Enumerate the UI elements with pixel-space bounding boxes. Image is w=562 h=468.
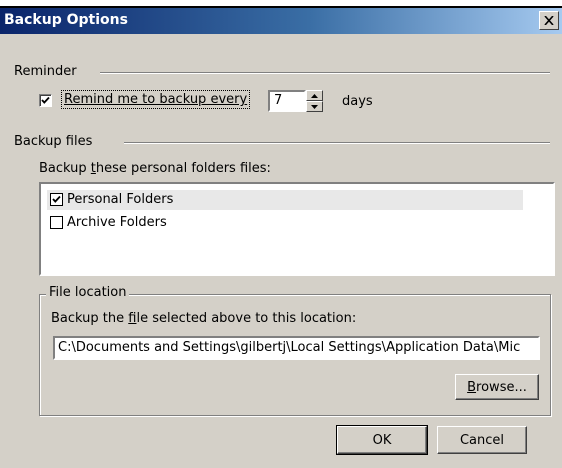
days-spinner[interactable] [306,90,323,112]
remind-checkbox[interactable] [39,94,52,107]
checkmark-icon [52,195,61,203]
file-location-group-label: File location [46,285,130,300]
close-icon [544,16,554,25]
backup-list-label: Backup these personal folders files: [39,161,271,176]
file-location-description: Backup the file selected above to this l… [51,311,357,326]
list-item[interactable]: Personal Folders [47,190,523,210]
backup-options-dialog: Backup Options Reminder Remind me to bac… [0,6,562,468]
personal-folders-list[interactable]: Personal Folders Archive Folders [39,182,555,276]
archive-folders-checkbox[interactable] [50,216,63,229]
arrow-down-icon [311,104,318,109]
list-item-label: Personal Folders [67,192,174,207]
days-spin-input[interactable]: 7 [268,90,306,112]
reminder-divider [100,72,550,74]
spin-down-button[interactable] [306,101,323,112]
backup-path-field[interactable]: C:\Documents and Settings\gilbertj\Local… [53,336,540,360]
personal-folders-checkbox[interactable] [50,193,63,206]
spin-up-button[interactable] [306,90,323,101]
backup-files-divider [124,142,550,144]
close-button[interactable] [539,11,559,30]
file-location-group: File location Backup the file selected a… [39,285,551,416]
dialog-title: Backup Options [4,12,128,28]
days-unit-label: days [342,94,373,109]
backup-files-section-label: Backup files [14,134,99,149]
list-item-label: Archive Folders [67,215,167,230]
cancel-button[interactable]: Cancel [437,426,527,454]
ok-button[interactable]: OK [336,425,428,455]
checkmark-icon [41,96,50,104]
browse-button-label: Browse... [467,379,527,395]
reminder-section-label: Reminder [14,64,83,79]
list-item[interactable]: Archive Folders [47,213,523,233]
arrow-up-icon [311,93,318,98]
title-bar[interactable]: Backup Options [0,8,562,34]
remind-checkbox-label[interactable]: Remind me to backup every [60,90,251,109]
browse-button[interactable]: Browse... [455,374,539,400]
